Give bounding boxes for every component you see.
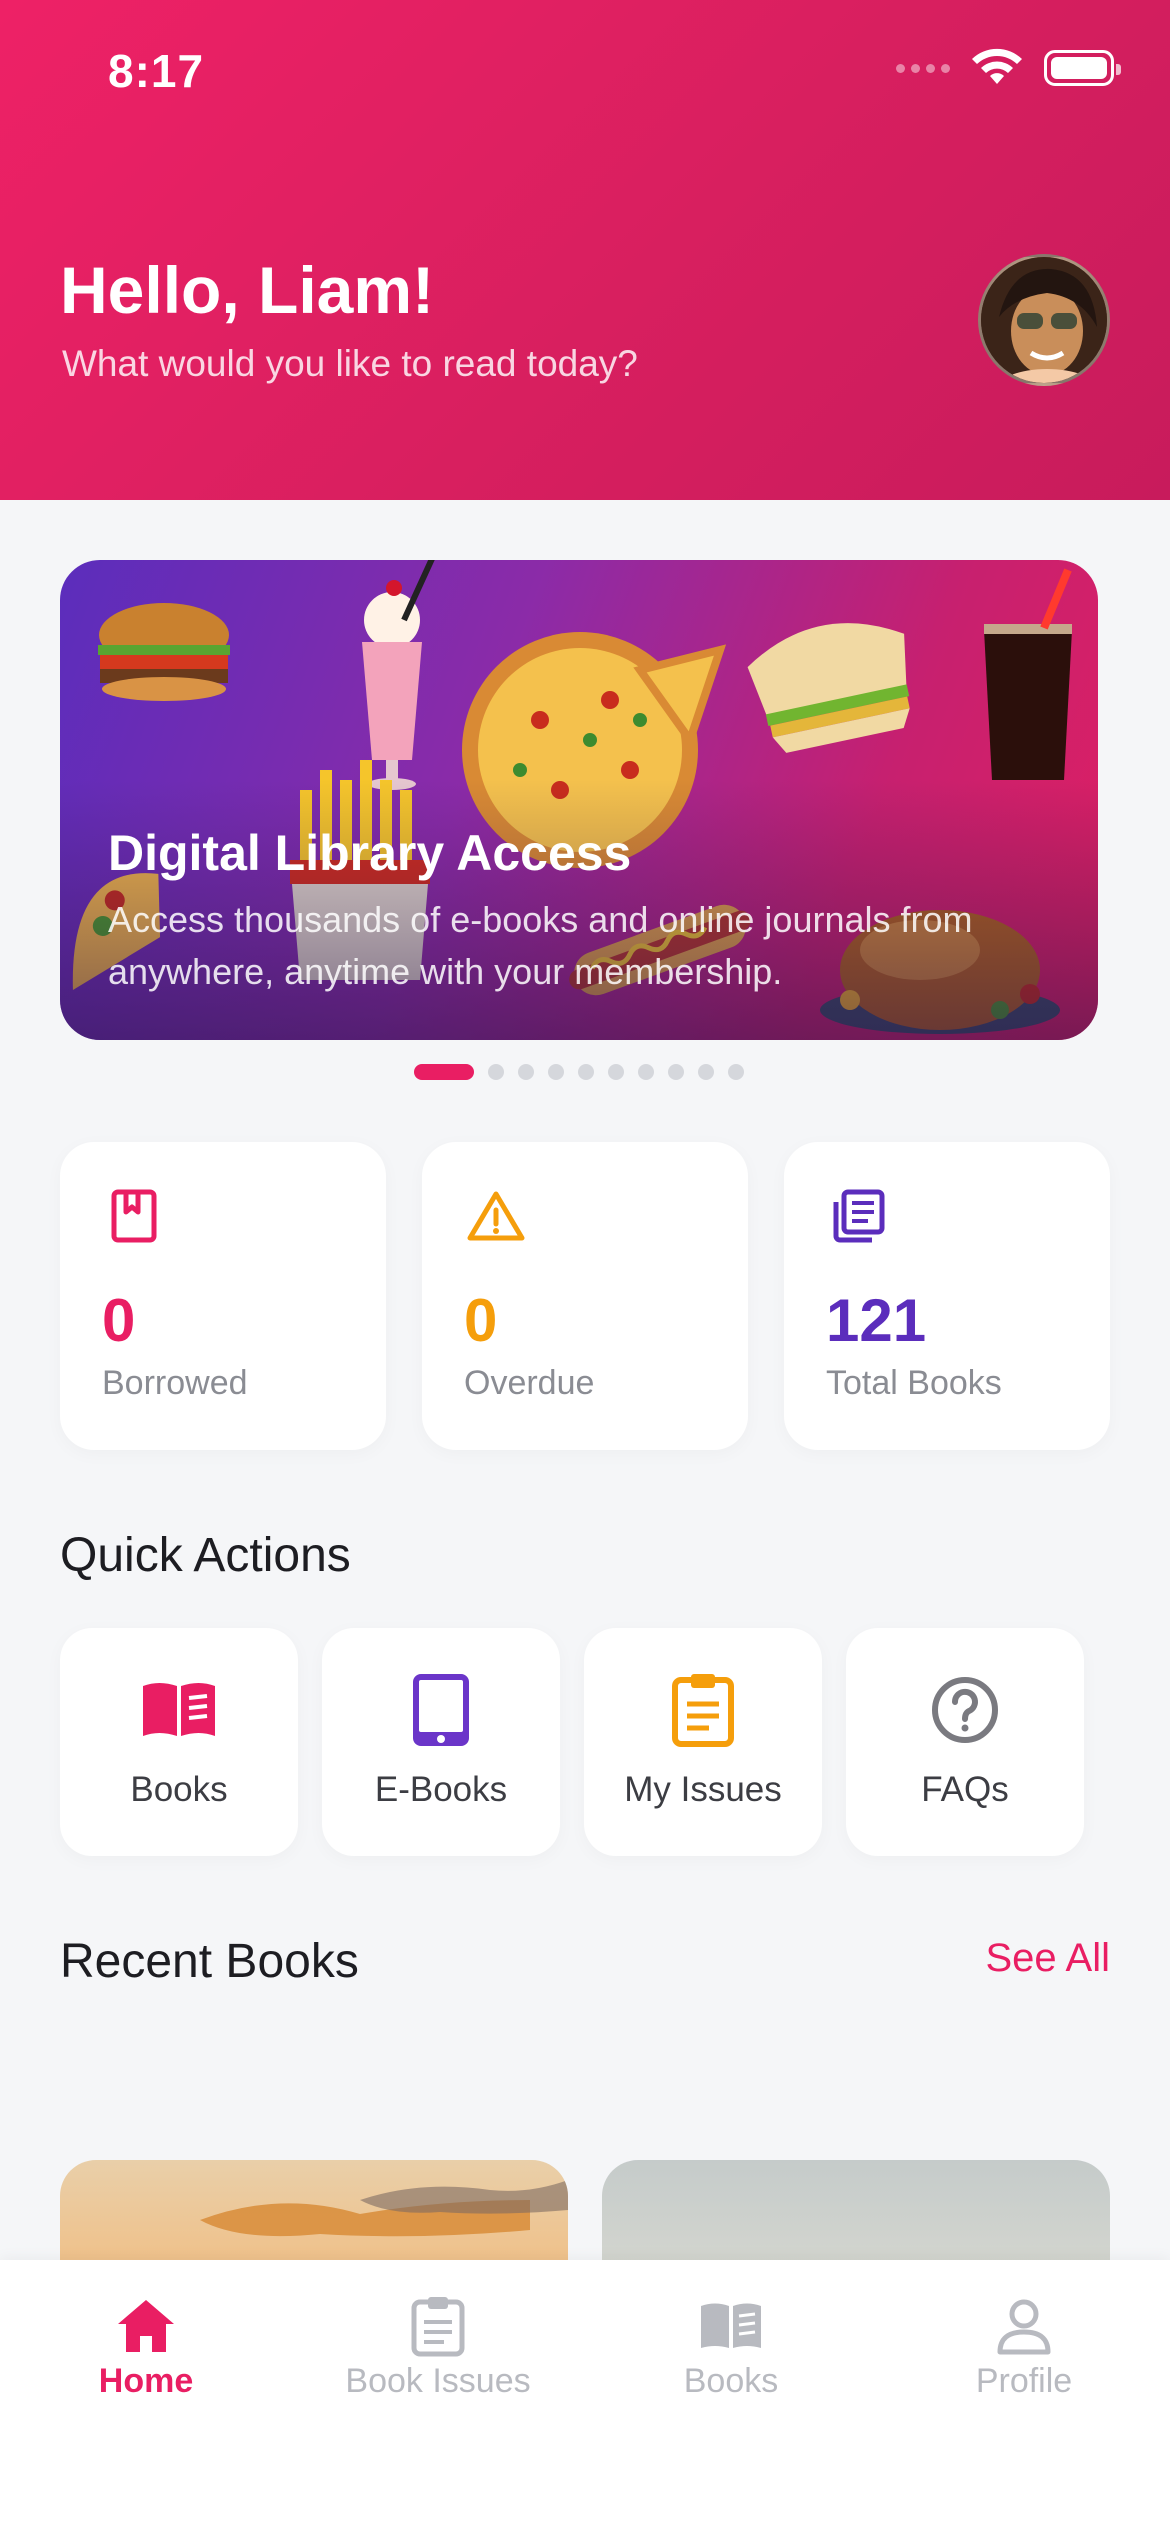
tab-label: Books: [683, 2362, 779, 2400]
banner-description: Access thousands of e-books and online j…: [108, 899, 973, 992]
greeting-title: Hello, Liam!: [60, 253, 435, 327]
quick-action-my-issues[interactable]: My Issues: [584, 1628, 822, 1856]
promo-banner[interactable]: Digital Library Access Access thousands …: [60, 560, 1098, 1040]
clipboard-icon: [672, 1674, 734, 1747]
banner-title: Digital Library Access: [108, 825, 632, 881]
signal-icon: [896, 63, 950, 73]
bookmark-book-icon: [111, 1189, 157, 1243]
open-book-icon: [701, 2303, 761, 2348]
clipboard-icon: [411, 2297, 465, 2357]
tab-profile[interactable]: Profile: [878, 2260, 1170, 2440]
tab-books[interactable]: Books: [585, 2260, 877, 2440]
tab-label: Profile: [975, 2362, 1073, 2400]
header: 8:17 Hello, Liam! What would you like to…: [0, 0, 1170, 500]
stat-value: 121: [826, 1287, 927, 1354]
carousel-dot[interactable]: [414, 1064, 474, 1080]
home-icon: [118, 2300, 174, 2352]
wifi-icon: [972, 48, 1022, 84]
tab-label: Book Issues: [345, 2362, 531, 2400]
quick-action-ebooks[interactable]: E-Books: [322, 1628, 560, 1856]
tab-bar: Home Book Issues Books Profile: [0, 2260, 1170, 2532]
carousel-dot[interactable]: [668, 1064, 684, 1080]
carousel-dot[interactable]: [638, 1064, 654, 1080]
battery-icon: [1044, 50, 1121, 86]
help-circle-icon: [932, 1677, 998, 1743]
stat-label: Total Books: [826, 1364, 1002, 1402]
quick-action-label: E-Books: [374, 1770, 508, 1809]
open-book-icon: [143, 1683, 215, 1736]
library-icon: [833, 1189, 885, 1243]
user-avatar-icon: [981, 257, 1107, 383]
stat-value: 0: [102, 1287, 136, 1354]
tab-home[interactable]: Home: [0, 2260, 292, 2440]
stat-value: 0: [464, 1287, 498, 1354]
profile-icon: [997, 2299, 1051, 2355]
quick-actions-title: Quick Actions: [60, 1529, 351, 1582]
quick-action-books[interactable]: Books: [60, 1628, 298, 1856]
recent-books-title: Recent Books: [60, 1935, 359, 1988]
quick-action-label: FAQs: [921, 1770, 1009, 1809]
tab-label: Home: [98, 2362, 194, 2400]
carousel-dot[interactable]: [728, 1064, 744, 1080]
tab-book-issues[interactable]: Book Issues: [292, 2260, 584, 2440]
stat-label: Overdue: [464, 1364, 595, 1402]
quick-action-faqs[interactable]: FAQs: [846, 1628, 1084, 1856]
carousel-dot[interactable]: [698, 1064, 714, 1080]
warning-icon: [467, 1191, 525, 1241]
stat-card-borrowed[interactable]: 0 Borrowed: [60, 1142, 386, 1450]
status-icons: [896, 48, 1121, 88]
stat-card-overdue[interactable]: 0 Overdue: [422, 1142, 748, 1450]
carousel-dot[interactable]: [488, 1064, 504, 1080]
stat-card-total-books[interactable]: 121 Total Books: [784, 1142, 1110, 1450]
carousel-indicator[interactable]: [414, 1064, 744, 1080]
carousel-dot[interactable]: [608, 1064, 624, 1080]
stat-label: Borrowed: [102, 1364, 248, 1402]
status-time: 8:17: [108, 45, 205, 97]
see-all-link[interactable]: See All: [985, 1936, 1110, 1981]
quick-action-label: Books: [130, 1770, 228, 1809]
carousel-dot[interactable]: [518, 1064, 534, 1080]
avatar[interactable]: [978, 254, 1110, 386]
carousel-dot[interactable]: [548, 1064, 564, 1080]
tablet-icon: [413, 1674, 469, 1746]
carousel-dot[interactable]: [578, 1064, 594, 1080]
greeting-subtitle: What would you like to read today?: [62, 343, 638, 384]
quick-action-label: My Issues: [624, 1770, 782, 1809]
